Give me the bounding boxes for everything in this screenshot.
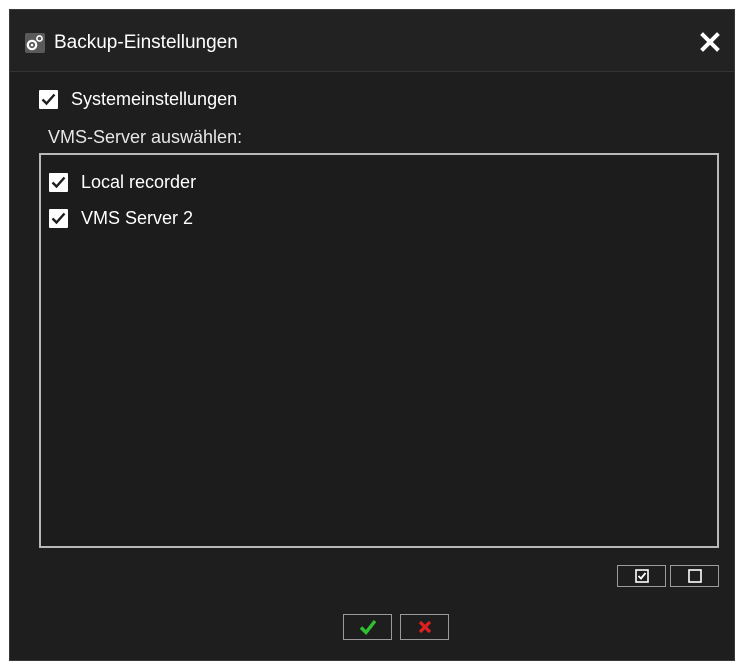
close-icon	[700, 32, 720, 52]
checkmark-icon	[41, 93, 56, 106]
server-list-item[interactable]: Local recorder	[49, 172, 196, 193]
select-all-button[interactable]	[617, 565, 666, 587]
checkmark-icon	[51, 212, 66, 225]
system-settings-label: Systemeinstellungen	[71, 89, 238, 109]
server-label: VMS Server 2	[81, 208, 194, 228]
checkmark-icon	[51, 176, 66, 189]
system-settings-checkbox-row[interactable]: Systemeinstellungen	[39, 89, 237, 110]
gears-icon	[25, 33, 45, 53]
dialog-title: Backup-Einstellungen	[54, 32, 238, 53]
server-section-label: VMS-Server auswählen:	[48, 127, 243, 147]
deselect-all-button[interactable]	[670, 565, 719, 587]
x-icon	[418, 620, 431, 634]
checked-box-icon	[634, 569, 649, 583]
title-bar[interactable]: Backup-Einstellungen	[10, 10, 734, 72]
server-checkbox[interactable]	[49, 209, 68, 228]
server-label: Local recorder	[81, 172, 197, 192]
server-list-item[interactable]: VMS Server 2	[49, 208, 193, 229]
backup-settings-dialog: Backup-Einstellungen Systemeinstellungen…	[9, 9, 735, 661]
checkmark-icon	[359, 619, 376, 635]
server-checkbox[interactable]	[49, 173, 68, 192]
cancel-button[interactable]	[400, 614, 449, 640]
server-list[interactable]: Local recorder VMS Server 2	[39, 153, 719, 548]
close-button[interactable]	[698, 30, 722, 54]
system-settings-checkbox[interactable]	[39, 90, 58, 109]
empty-box-icon	[687, 569, 702, 583]
confirm-button[interactable]	[343, 614, 392, 640]
